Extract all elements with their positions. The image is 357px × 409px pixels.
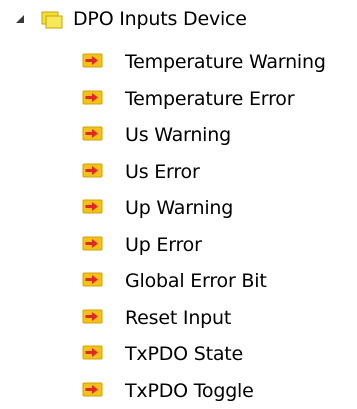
tree-item-label: Up Error	[125, 230, 202, 260]
tree-item-txpdo-state[interactable]: TxPDO State	[82, 336, 357, 373]
tree-item-temperature-warning[interactable]: Temperature Warning	[82, 44, 357, 81]
tree-item-us-error[interactable]: Us Error	[82, 154, 357, 191]
tree-item-reset-input[interactable]: Reset Input	[82, 300, 357, 337]
tree-item-txpdo-toggle[interactable]: TxPDO Toggle	[82, 373, 357, 409]
device-tree: DPO Inputs Device Temperature Warning	[0, 0, 357, 397]
tree-item-label: TxPDO State	[125, 339, 243, 369]
tree-item-label: Us Error	[125, 157, 200, 187]
input-variable-icon	[82, 89, 105, 109]
input-variable-icon	[82, 308, 105, 328]
tree-item-up-error[interactable]: Up Error	[82, 227, 357, 264]
tree-root-item[interactable]: DPO Inputs Device	[13, 4, 247, 34]
tree-item-up-warning[interactable]: Up Warning	[82, 190, 357, 227]
input-variable-icon	[82, 52, 105, 72]
tree-children: Temperature Warning Temperature Error	[82, 44, 357, 409]
expanded-triangle-icon[interactable]	[13, 12, 27, 26]
tree-item-label: Us Warning	[125, 120, 231, 150]
tree-item-label: Up Warning	[125, 193, 233, 223]
tree-root-label: DPO Inputs Device	[73, 4, 247, 34]
input-variable-icon	[82, 235, 105, 255]
tree-item-label: Temperature Warning	[125, 47, 326, 77]
tree-item-us-warning[interactable]: Us Warning	[82, 117, 357, 154]
input-variable-icon	[82, 198, 105, 218]
tree-item-label: Reset Input	[125, 303, 231, 333]
input-variable-icon	[82, 162, 105, 182]
tree-item-label: Global Error Bit	[125, 266, 267, 296]
tree-item-global-error-bit[interactable]: Global Error Bit	[82, 263, 357, 300]
input-variable-icon	[82, 125, 105, 145]
tree-item-label: TxPDO Toggle	[125, 376, 254, 406]
input-variable-icon	[82, 271, 105, 291]
input-variable-icon	[82, 381, 105, 401]
tree-item-label: Temperature Error	[125, 84, 294, 114]
folder-icon	[40, 9, 64, 29]
input-variable-icon	[82, 344, 105, 364]
tree-item-temperature-error[interactable]: Temperature Error	[82, 81, 357, 118]
